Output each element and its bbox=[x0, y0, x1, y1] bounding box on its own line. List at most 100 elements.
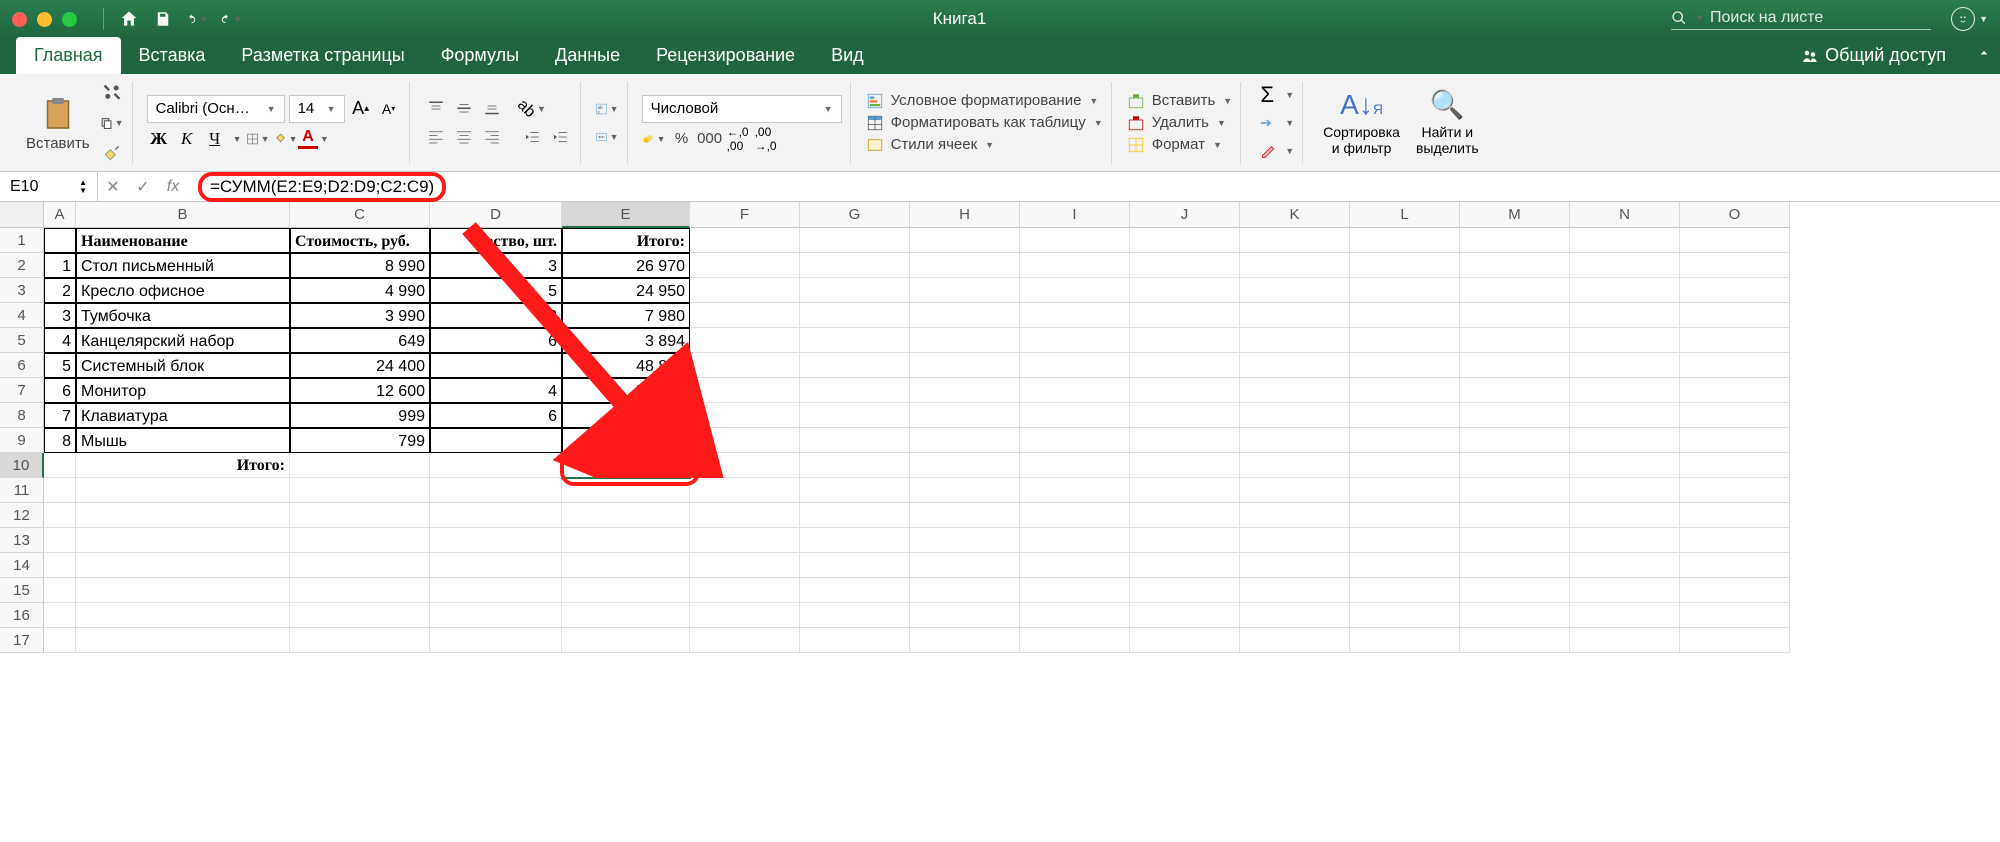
accept-formula-icon[interactable]: ✓ bbox=[128, 177, 158, 197]
row-header[interactable]: 3 bbox=[0, 278, 44, 303]
cell[interactable]: 1 bbox=[44, 253, 76, 278]
decrease-font-icon[interactable]: A▾ bbox=[377, 97, 401, 121]
sort-filter-button[interactable]: A↓Я Сортировка и фильтр bbox=[1317, 88, 1406, 157]
currency-icon[interactable]: ▼ bbox=[642, 127, 666, 151]
thousands-icon[interactable]: 000 bbox=[698, 127, 722, 151]
cell[interactable]: 26 970 bbox=[562, 253, 690, 278]
tab-layout[interactable]: Разметка страницы bbox=[223, 37, 422, 74]
cell[interactable]: 4 794 bbox=[562, 428, 690, 453]
col-header[interactable]: C bbox=[290, 202, 430, 228]
cell[interactable]: 5 994 bbox=[562, 403, 690, 428]
col-header[interactable]: H bbox=[910, 202, 1020, 228]
cell[interactable]: 24 950 bbox=[562, 278, 690, 303]
share-button[interactable]: Общий доступ bbox=[1787, 37, 1960, 74]
row-header[interactable]: 5 bbox=[0, 328, 44, 353]
cell-styles-button[interactable]: Стили ячеек bbox=[891, 136, 978, 153]
cell[interactable]: 12 600 bbox=[290, 378, 430, 403]
row-header[interactable]: 11 bbox=[0, 478, 44, 503]
font-color-icon[interactable]: А▼ bbox=[302, 127, 326, 151]
format-cells-button[interactable]: Формат bbox=[1152, 136, 1205, 153]
maximize-window-icon[interactable] bbox=[62, 12, 77, 27]
align-left-icon[interactable] bbox=[424, 125, 448, 149]
row-header[interactable]: 15 bbox=[0, 578, 44, 603]
collapse-ribbon-icon[interactable] bbox=[1968, 37, 2000, 74]
cell[interactable]: 4 bbox=[44, 328, 76, 353]
row-header[interactable]: 12 bbox=[0, 503, 44, 528]
find-select-button[interactable]: 🔍 Найти и выделить bbox=[1410, 88, 1485, 157]
cell[interactable]: 4 bbox=[430, 378, 562, 403]
cell[interactable]: Стоимость, руб. bbox=[290, 228, 430, 253]
cell[interactable]: Монитор bbox=[76, 378, 290, 403]
cell[interactable]: 48 800 bbox=[562, 353, 690, 378]
col-header[interactable]: D bbox=[430, 202, 562, 228]
minimize-window-icon[interactable] bbox=[37, 12, 52, 27]
select-all-corner[interactable] bbox=[0, 202, 44, 228]
increase-indent-icon[interactable] bbox=[548, 125, 572, 149]
cell[interactable]: 8 990 bbox=[290, 253, 430, 278]
cell[interactable]: 6 bbox=[44, 378, 76, 403]
fx-icon[interactable]: fx bbox=[158, 178, 188, 196]
row-header[interactable]: 9 bbox=[0, 428, 44, 453]
align-right-icon[interactable] bbox=[480, 125, 504, 149]
name-box[interactable]: E10 ▲▼ bbox=[0, 172, 98, 201]
cond-format-button[interactable]: Условное форматирование bbox=[891, 92, 1082, 109]
col-header[interactable]: L bbox=[1350, 202, 1460, 228]
underline-button[interactable]: Ч bbox=[203, 127, 227, 151]
wrap-text-icon[interactable]: abc▼ bbox=[595, 97, 619, 121]
orientation-icon[interactable]: ab▼ bbox=[520, 97, 544, 121]
cell[interactable]: Мышь bbox=[76, 428, 290, 453]
increase-font-icon[interactable]: A▴ bbox=[349, 97, 373, 121]
cell[interactable]: 649 bbox=[290, 328, 430, 353]
cell[interactable]: 3 bbox=[430, 253, 562, 278]
cell[interactable]: 999 bbox=[290, 403, 430, 428]
cell[interactable]: 4 990 bbox=[290, 278, 430, 303]
row-header[interactable]: 1 bbox=[0, 228, 44, 253]
cell[interactable]: 8 bbox=[44, 428, 76, 453]
row-header[interactable]: 13 bbox=[0, 528, 44, 553]
cell[interactable]: Канцелярский набор bbox=[76, 328, 290, 353]
tab-insert[interactable]: Вставка bbox=[121, 37, 224, 74]
percent-icon[interactable]: % bbox=[670, 127, 694, 151]
align-center-icon[interactable] bbox=[452, 125, 476, 149]
merge-cells-icon[interactable]: ▼ bbox=[595, 125, 619, 149]
redo-icon[interactable]: ▼ bbox=[220, 8, 242, 30]
align-bottom-icon[interactable] bbox=[480, 97, 504, 121]
bold-button[interactable]: Ж bbox=[147, 127, 171, 151]
cell[interactable]: 5 bbox=[430, 278, 562, 303]
cell[interactable]: 6 bbox=[430, 328, 562, 353]
clear-icon[interactable] bbox=[1255, 139, 1279, 163]
cell[interactable]: 5 bbox=[44, 353, 76, 378]
undo-icon[interactable]: ▼ bbox=[186, 8, 208, 30]
fill-color-icon[interactable]: ▼ bbox=[274, 127, 298, 151]
format-painter-icon[interactable] bbox=[100, 141, 124, 165]
col-header[interactable]: O bbox=[1680, 202, 1790, 228]
font-size-select[interactable]: 14▼ bbox=[289, 95, 345, 123]
feedback-icon[interactable] bbox=[1951, 7, 1975, 31]
home-icon[interactable] bbox=[118, 8, 140, 30]
cell[interactable]: 7 bbox=[44, 403, 76, 428]
decrease-decimal-icon[interactable]: ,00→,0 bbox=[754, 127, 778, 151]
tab-formulas[interactable]: Формулы bbox=[423, 37, 537, 74]
fill-icon[interactable] bbox=[1255, 111, 1279, 135]
cell[interactable]: Кресло офисное bbox=[76, 278, 290, 303]
row-header[interactable]: 10 bbox=[0, 453, 44, 478]
tab-home[interactable]: Главная bbox=[16, 37, 121, 74]
row-header[interactable]: 14 bbox=[0, 553, 44, 578]
decrease-indent-icon[interactable] bbox=[520, 125, 544, 149]
row-header[interactable]: 17 bbox=[0, 628, 44, 653]
col-header[interactable]: E bbox=[562, 202, 690, 228]
font-name-select[interactable]: Calibri (Осн…▼ bbox=[147, 95, 285, 123]
cell[interactable]: Итого: bbox=[562, 228, 690, 253]
cell[interactable] bbox=[690, 228, 800, 253]
col-header[interactable]: F bbox=[690, 202, 800, 228]
tab-data[interactable]: Данные bbox=[537, 37, 638, 74]
col-header[interactable]: N bbox=[1570, 202, 1680, 228]
search-input[interactable]: ▼ Поиск на листе bbox=[1671, 9, 1931, 30]
col-header[interactable]: B bbox=[76, 202, 290, 228]
col-header[interactable]: K bbox=[1240, 202, 1350, 228]
autosum-icon[interactable]: Σ bbox=[1255, 83, 1279, 107]
col-header[interactable]: G bbox=[800, 202, 910, 228]
col-header[interactable]: J bbox=[1130, 202, 1240, 228]
col-header[interactable]: I bbox=[1020, 202, 1130, 228]
increase-decimal-icon[interactable]: ←,0,00 bbox=[726, 127, 750, 151]
